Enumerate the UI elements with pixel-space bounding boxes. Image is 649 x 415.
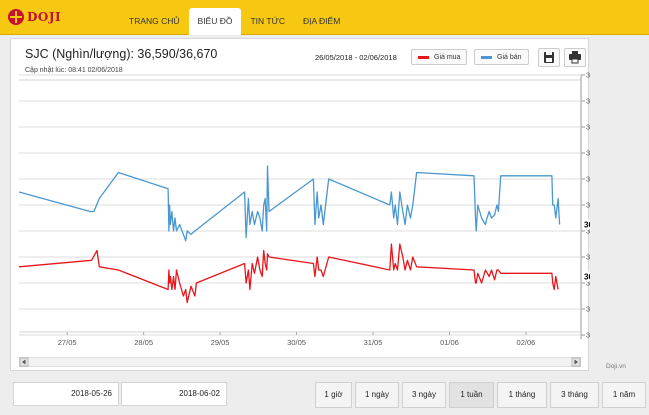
x-tick-label: 28/05 [134, 338, 153, 347]
range-button-1-tuần[interactable]: 1 tuần [449, 382, 494, 408]
save-button[interactable] [538, 48, 560, 67]
x-axis-ticks: 27/05 28/05 29/05 30/05 31/05 01/06 02/06 [58, 332, 536, 347]
save-icon [544, 52, 554, 63]
range-button-3-tháng[interactable]: 3 tháng [550, 382, 599, 408]
buy-swatch-icon [418, 55, 429, 59]
x-tick-label: 31/05 [364, 338, 383, 347]
nav-item-chart[interactable]: BIỂU ĐỒ [188, 8, 242, 35]
brand-logo[interactable]: DOJI [8, 9, 61, 25]
range-button-3-ngày[interactable]: 3 ngày [402, 382, 446, 408]
date-to-field[interactable]: 2018-06-02 [121, 382, 227, 406]
series-line-sell [18, 165, 561, 242]
x-tick-label: 29/05 [211, 338, 230, 347]
scrollbar-graphic [18, 356, 582, 368]
range-button-1-giờ[interactable]: 1 giờ [315, 382, 352, 408]
main-nav: TRANG CHỦ BIỂU ĐỒ TIN TỨC ĐỊA ĐIỂM [120, 8, 349, 35]
y-tick-label: 36,500 [586, 331, 590, 340]
bottom-controls: 2018-05-26 2018-06-02 1 giờ 1 ngày 3 ngày 1… [0, 378, 649, 415]
brand-name: DOJI [27, 10, 62, 24]
y-tick-label: 36,900 [586, 71, 590, 80]
range-button-1-ngày[interactable]: 1 ngày [355, 382, 399, 408]
sell-swatch-icon [481, 55, 492, 59]
series-layer [18, 165, 561, 304]
range-button-1-năm[interactable]: 1 năm [602, 382, 646, 408]
print-icon [569, 51, 581, 64]
y-tick-label: 36,860 [586, 97, 590, 106]
date-from-field[interactable]: 2018-05-26 [13, 382, 119, 406]
y-tick-label: 36,740 [586, 175, 590, 184]
updated-time: Cập nhật lúc: 08:41 02/06/2018 [25, 67, 123, 74]
legend-sell-button[interactable]: Giá bán [474, 49, 529, 65]
top-bar: DOJI TRANG CHỦ BIỂU ĐỒ TIN TỨC ĐỊA ĐIỂM [0, 0, 649, 35]
credit-label: Doji.vn [606, 363, 626, 370]
chart-panel: 27/05 28/05 29/05 30/05 31/05 01/06 02/06 36,9… [10, 38, 590, 371]
range-button-1-tháng[interactable]: 1 tháng [497, 382, 547, 408]
legend-sell-label: Giá bán [497, 53, 522, 61]
x-tick-label: 27/05 [58, 338, 77, 347]
y-tick-label: 36,820 [586, 123, 590, 132]
price-chart: 27/05 28/05 29/05 30/05 31/05 01/06 02/06 36,9… [18, 71, 590, 347]
x-tick-label: 30/05 [287, 338, 306, 347]
chart-scrollbar[interactable] [18, 352, 582, 368]
nav-item-news[interactable]: TIN TỨC [241, 8, 294, 34]
nav-item-locations[interactable]: ĐỊA ĐIỂM [294, 8, 349, 34]
chart-title: SJC (Nghìn/lượng): 36,590/36,670 [25, 47, 218, 61]
y-tick-label: 36,540 [586, 305, 590, 314]
nav-item-home[interactable]: TRANG CHỦ [120, 8, 189, 34]
series-line-buy [18, 243, 559, 304]
print-button[interactable] [564, 48, 586, 67]
x-tick-label: 02/06 [517, 338, 536, 347]
y-tick-label: 36,620 [586, 253, 590, 262]
x-tick-label: 01/06 [440, 338, 459, 347]
last-value-buy: 36,590 [584, 273, 590, 282]
doji-logo-icon [8, 9, 24, 25]
legend-buy-label: Giá mua [434, 53, 461, 61]
y-tick-label: 36,780 [586, 149, 590, 158]
last-value-labels: 36,670 36,590 [582, 219, 590, 282]
last-value-sell: 36,670 [584, 221, 590, 230]
y-axis-ticks: 36,900 36,860 36,820 36,780 36,740 36,700 36,6… [581, 71, 590, 340]
y-tick-label: 36,700 [586, 201, 590, 210]
legend-buy-button[interactable]: Giá mua [411, 49, 468, 65]
date-range-label: 26/05/2018 - 02/06/2018 [315, 53, 397, 62]
